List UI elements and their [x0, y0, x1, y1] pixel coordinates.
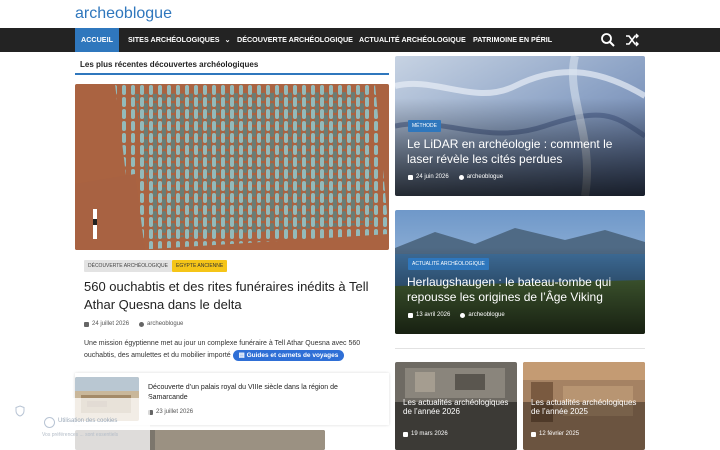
shield-icon[interactable] — [14, 404, 26, 417]
nav-item-decouverte[interactable]: DÉCOUVERTE ARCHÉOLOGIQUE — [237, 28, 353, 52]
search-icon[interactable] — [600, 32, 616, 48]
user-icon — [139, 321, 145, 327]
navbar: ACCUEIL SITES ARCHÉOLOGIQUES ⌄ DÉCOUVERT… — [0, 28, 720, 52]
nav-item-actualite[interactable]: ACTUALITÉ ARCHÉOLOGIQUE — [359, 28, 466, 52]
small-card-2026-meta: 19 mars 2026 — [403, 431, 448, 437]
user-icon — [460, 312, 466, 318]
small-card-2025-title[interactable]: Les actualités archéologiques de l’année… — [531, 398, 639, 416]
shuffle-icon[interactable] — [624, 32, 640, 48]
featured-author[interactable]: archeoblogue — [147, 321, 183, 327]
featured-date[interactable]: 24 juillet 2026 — [92, 321, 129, 327]
info-icon — [44, 417, 55, 428]
small-card-2025-date[interactable]: 12 février 2025 — [539, 431, 579, 437]
small-card-2026-title[interactable]: Les actualités archéologiques de l’année… — [403, 398, 511, 416]
calendar-icon — [84, 321, 89, 327]
nav-item-patrimoine[interactable]: PATRIMOINE EN PÉRIL — [473, 28, 552, 52]
category-badge-egypte[interactable]: EGYPTE ANCIENNE — [172, 260, 228, 272]
guides-pill-label: Guides et carnets de voyages — [246, 352, 339, 359]
section-title: Les plus récentes découvertes archéologi… — [80, 60, 259, 69]
small-card-2026-date[interactable]: 19 mars 2026 — [411, 431, 448, 437]
small-card-2025-meta: 12 février 2025 — [531, 431, 579, 437]
calendar-icon — [408, 174, 413, 180]
book-icon: ▤ — [238, 352, 247, 359]
right-divider — [395, 348, 645, 349]
list-item-meta: 23 juillet 2026 — [148, 409, 193, 415]
cookie-subtext: Vos préférences ... sont essentiels — [42, 432, 119, 438]
site-title[interactable]: archeoblogue — [75, 5, 172, 23]
section-divider — [75, 73, 389, 75]
featured-title[interactable]: 560 ouchabtis et des rites funéraires in… — [84, 278, 384, 314]
featured-image[interactable] — [75, 84, 389, 250]
calendar-icon — [531, 431, 536, 437]
list-item-title[interactable]: Découverte d’un palais royal du VIIIe si… — [148, 383, 378, 403]
calendar-icon — [408, 312, 413, 318]
card-lidar-date[interactable]: 24 juin 2026 — [416, 174, 449, 180]
card-herlaug-author[interactable]: archeoblogue — [468, 312, 504, 318]
card-lidar-meta: 24 juin 2026 archeoblogue — [408, 174, 503, 180]
card-lidar-author[interactable]: archeoblogue — [467, 174, 503, 180]
nav-item-sites-label: SITES ARCHÉOLOGIQUES — [128, 35, 220, 44]
calendar-icon — [403, 431, 408, 437]
card-herlaug-category[interactable]: ACTUALITÉ ARCHÉOLOGIQUE — [408, 258, 489, 270]
cookie-text: Utilisation des cookies — [58, 418, 118, 424]
card-lidar-title[interactable]: Le LiDAR en archéologie : comment le las… — [407, 137, 637, 167]
nav-item-accueil[interactable]: ACCUEIL — [75, 28, 119, 52]
featured-meta: 24 juillet 2026 archeoblogue — [84, 321, 183, 327]
chevron-down-icon: ⌄ — [224, 35, 231, 44]
guides-pill[interactable]: ▤ Guides et carnets de voyages — [232, 350, 345, 361]
featured-excerpt: Une mission égyptienne met au jour un co… — [84, 338, 384, 362]
user-icon — [458, 174, 464, 180]
category-badge-decouverte[interactable]: DÉCOUVERTE ARCHÉOLOGIQUE — [84, 260, 172, 272]
card-herlaug-date[interactable]: 13 avril 2026 — [416, 312, 450, 318]
card-herlaug-title[interactable]: Herlaugshaugen : le bateau-tombe qui rep… — [407, 275, 642, 305]
list-item-date[interactable]: 23 juillet 2026 — [156, 409, 193, 415]
card-herlaug-meta: 13 avril 2026 archeoblogue — [408, 312, 505, 318]
card-lidar-category[interactable]: MÉTHODE — [408, 120, 441, 132]
nav-item-sites[interactable]: SITES ARCHÉOLOGIQUES ⌄ — [128, 28, 231, 52]
